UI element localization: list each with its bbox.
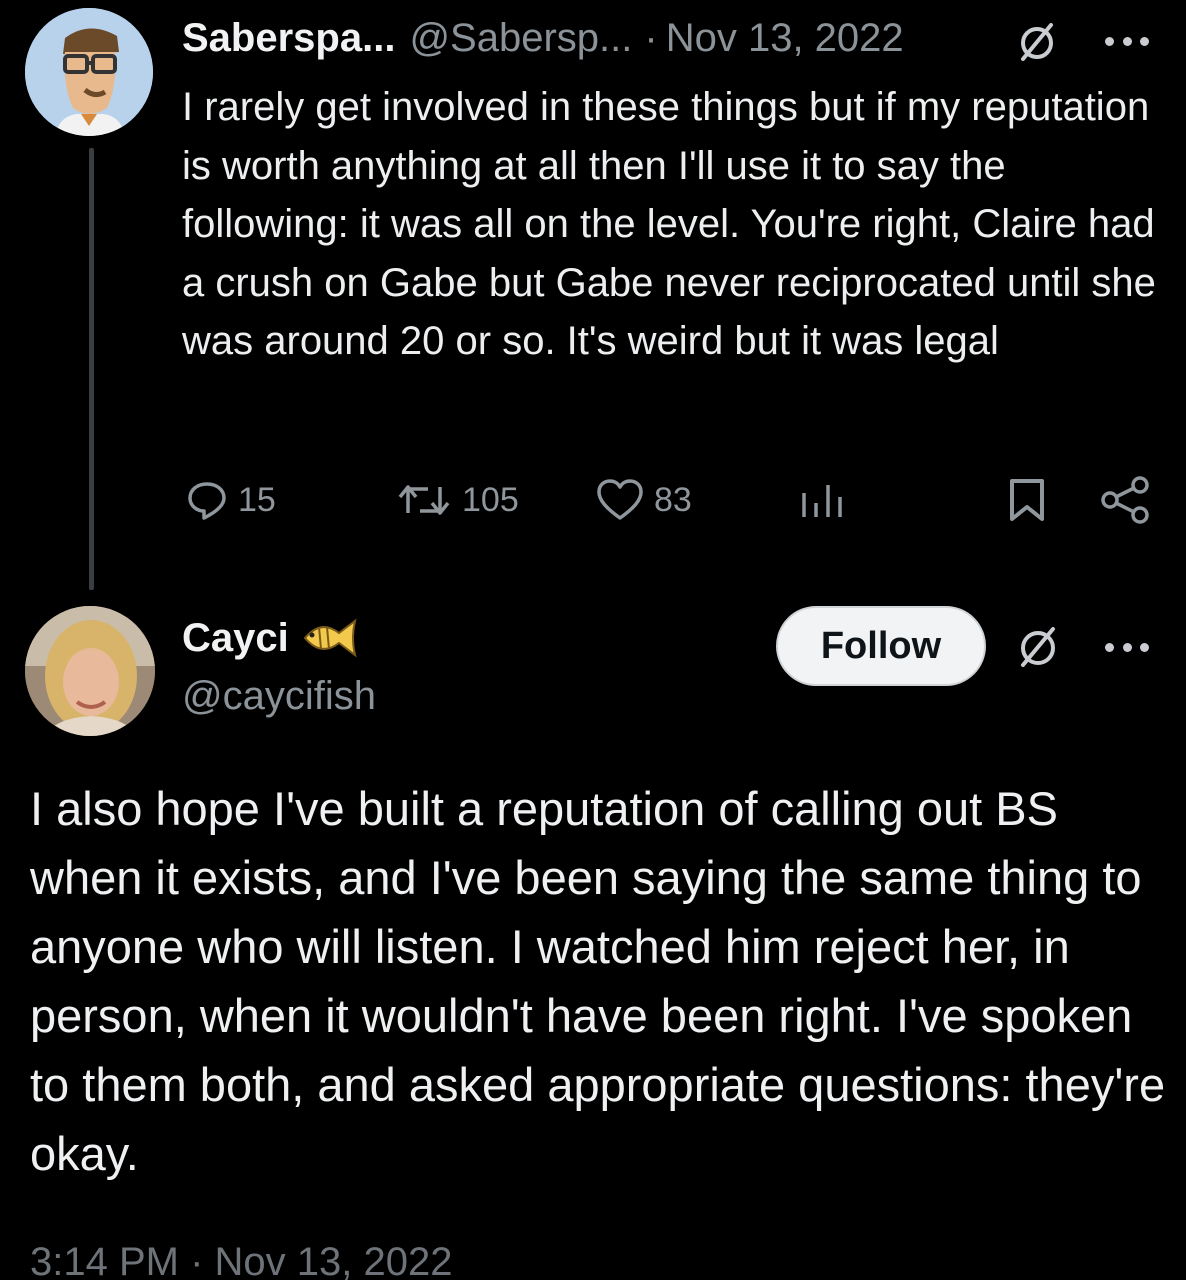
avatar-saberspace[interactable]	[25, 8, 153, 136]
more-horizontal-icon[interactable]	[1105, 640, 1149, 654]
analytics-icon	[802, 485, 842, 517]
tweet2-text: I also hope I've built a reputation of c…	[30, 782, 1166, 1180]
thread-connector-line	[89, 148, 94, 590]
heart-icon	[597, 479, 643, 520]
reply-icon	[188, 482, 226, 520]
avatar-cayci[interactable]	[25, 606, 155, 736]
tweet1-date[interactable]: Nov 13, 2022	[666, 16, 904, 61]
slashed-circle-icon[interactable]	[1014, 18, 1060, 64]
slashed-circle-icon[interactable]	[1014, 622, 1062, 670]
share-icon	[1101, 476, 1149, 524]
reply-count: 15	[238, 480, 276, 519]
tweet2-name-row: Cayci	[182, 612, 361, 664]
retweet-icon	[398, 485, 450, 515]
retweet-count: 105	[462, 480, 519, 519]
tweet2-timestamp[interactable]: 3:14 PM · Nov 13, 2022	[30, 1236, 452, 1280]
like-button[interactable]: 83	[596, 474, 692, 526]
tweet1-display-name[interactable]: Saberspa...	[182, 16, 395, 61]
tweet1-header: Saberspa... @Sabersp... · Nov 13, 2022	[182, 12, 904, 64]
bookmark-button[interactable]	[1006, 474, 1048, 526]
tweet2-handle[interactable]: @caycifish	[182, 670, 376, 722]
cartoon-avatar-image	[25, 8, 153, 136]
retweet-button[interactable]: 105	[396, 474, 519, 526]
tweet1-separator: ·	[644, 15, 658, 60]
follow-button[interactable]: Follow	[776, 606, 986, 686]
fish-emoji-icon	[303, 618, 357, 658]
tweet1-handle[interactable]: @Sabersp...	[409, 16, 632, 61]
like-count: 83	[654, 480, 692, 519]
profile-photo-image	[25, 606, 155, 736]
share-button[interactable]	[1100, 474, 1152, 526]
tweet1-text: I rarely get involved in these things bu…	[182, 85, 1156, 363]
views-button[interactable]	[798, 474, 848, 526]
bookmark-icon	[1010, 479, 1044, 521]
more-horizontal-icon[interactable]	[1105, 34, 1149, 48]
tweet2-display-name[interactable]: Cayci	[182, 616, 289, 661]
reply-button[interactable]: 15	[186, 474, 276, 526]
